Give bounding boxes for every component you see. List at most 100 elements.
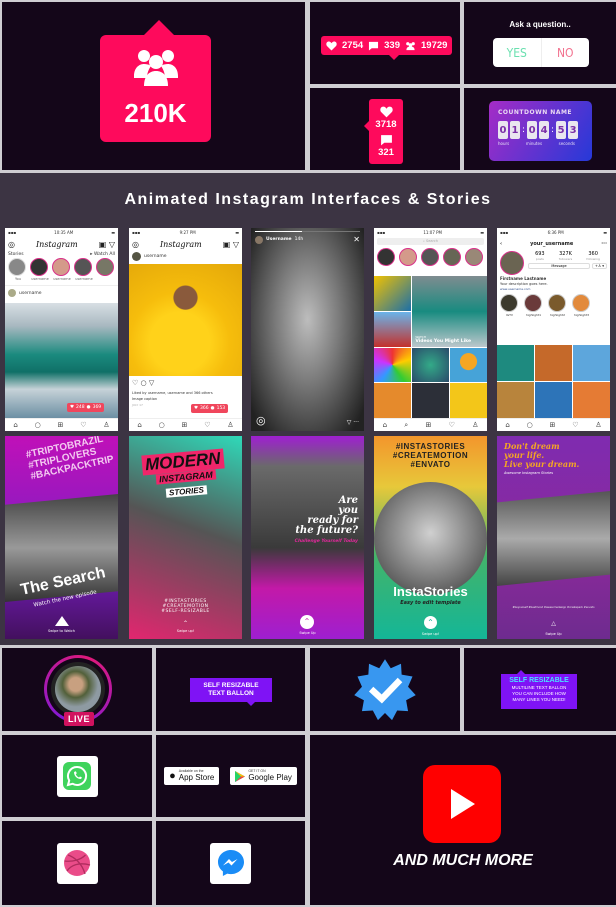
- story-avatar[interactable]: [96, 258, 114, 276]
- story-tags: #beyourself #bestmood #awesomedesign #cr…: [512, 606, 595, 609]
- no-option[interactable]: NO: [542, 38, 590, 67]
- search-icon[interactable]: ⌕: [404, 421, 408, 430]
- grid-photo[interactable]: [374, 311, 412, 347]
- camera-icon[interactable]: ◎: [8, 240, 15, 249]
- post-username[interactable]: username: [19, 291, 42, 296]
- story-title: Don't dream your life. Live your dream.: [504, 442, 579, 469]
- home-icon[interactable]: ⌂: [383, 421, 387, 429]
- grid-photo[interactable]: [497, 382, 534, 418]
- profile-url[interactable]: www.username.com: [497, 287, 610, 292]
- google-play-badge[interactable]: GET IT ON Google Play: [230, 767, 297, 785]
- search-input[interactable]: ⌕ Search: [377, 238, 484, 245]
- messenger-tile: [156, 821, 305, 905]
- camera-icon[interactable]: ◎: [132, 240, 139, 249]
- add-icon[interactable]: ⊞: [58, 421, 64, 429]
- instagram-logo: Instagram: [36, 239, 78, 249]
- grid-photo[interactable]: [374, 276, 412, 311]
- swipe-label[interactable]: Swipe up!: [129, 629, 242, 633]
- grid-photo[interactable]: [573, 345, 610, 381]
- status-bar: ▪▪▪ 9:27 PM ▬: [132, 230, 239, 235]
- story-avatar[interactable]: [443, 248, 461, 266]
- home-icon[interactable]: ⌂: [13, 421, 17, 429]
- tab-bar: ⌂ ⌕ ⊞ ♡ ♙: [374, 418, 487, 431]
- highlight[interactable]: [572, 294, 590, 312]
- highlight[interactable]: [548, 294, 566, 312]
- search-icon[interactable]: ○: [527, 421, 533, 429]
- story-avatar[interactable]: [399, 248, 417, 266]
- swipe-label[interactable]: Swipe to Watch: [5, 629, 118, 633]
- add-icon[interactable]: ⊞: [550, 421, 556, 429]
- message-button[interactable]: Message: [528, 263, 591, 269]
- dribbble-icon-box[interactable]: [56, 842, 98, 884]
- heart-icon[interactable]: ♡: [572, 421, 578, 429]
- hashtag: #ENVATO: [410, 460, 451, 469]
- avatar[interactable]: [8, 289, 16, 297]
- grid-photo[interactable]: [573, 382, 610, 418]
- camera-icon[interactable]: ◎: [256, 414, 266, 427]
- more-icon[interactable]: ···: [601, 241, 607, 247]
- grid-photo[interactable]: [497, 345, 534, 381]
- grid-photo[interactable]: [450, 383, 487, 418]
- heart-icon[interactable]: ♡: [204, 421, 210, 429]
- grid-photo[interactable]: [535, 382, 572, 418]
- close-icon[interactable]: ✕: [353, 235, 360, 244]
- profile-avatar[interactable]: [500, 251, 524, 275]
- grid-photo[interactable]: [412, 383, 450, 418]
- swipe-label[interactable]: Swipe Up: [251, 631, 364, 635]
- follow-options-button[interactable]: +♙ ▾: [592, 263, 607, 269]
- story-dream: Don't dream your life. Live your dream. …: [497, 436, 610, 639]
- send-icon[interactable]: ▽ ···: [347, 419, 359, 426]
- story-avatar[interactable]: [8, 258, 26, 276]
- messenger-icon-box[interactable]: [210, 842, 251, 884]
- grid-photo[interactable]: [374, 347, 412, 383]
- countdown-tile: COUNTDOWN NAME 0 1 : 0 4 : 5 3 hours min…: [464, 88, 616, 170]
- igtv-send-icons[interactable]: ▣ ▽: [223, 240, 239, 249]
- story-avatar[interactable]: [52, 258, 70, 276]
- story-avatar[interactable]: [74, 258, 92, 276]
- swipe-label[interactable]: Swipe up!: [374, 632, 487, 636]
- post-header: username: [5, 285, 118, 298]
- story-subtitle: Awesome Instagram Stories: [504, 471, 554, 475]
- avatar[interactable]: [132, 252, 141, 261]
- heart-icon[interactable]: ♡: [449, 421, 455, 429]
- highlight[interactable]: [524, 294, 542, 312]
- profile-icon[interactable]: ♙: [595, 421, 601, 429]
- watch-video[interactable]: WATCH Videos You Might Like: [412, 276, 487, 347]
- profile-icon[interactable]: ♙: [472, 421, 478, 429]
- grid-photo[interactable]: [450, 347, 487, 383]
- whatsapp-icon-box[interactable]: [56, 755, 98, 797]
- highlight-igtv[interactable]: [500, 294, 518, 312]
- app-store-badge[interactable]: ● Available on the App Store: [164, 767, 220, 785]
- profile-icon[interactable]: ♙: [227, 421, 233, 429]
- title-line: Live your dream.: [504, 459, 580, 469]
- post-username[interactable]: username: [144, 254, 167, 259]
- heart-icon[interactable]: ♡: [80, 421, 86, 429]
- grid-photo[interactable]: [535, 345, 572, 381]
- story-avatar[interactable]: [377, 248, 395, 266]
- story-avatar[interactable]: [465, 248, 483, 266]
- add-icon[interactable]: ⊞: [182, 421, 188, 429]
- watch-all-link[interactable]: ▸ Watch All: [90, 252, 115, 257]
- post-actions[interactable]: ♡ ○ ▽: [129, 378, 157, 388]
- story-avatar[interactable]: [30, 258, 48, 276]
- yes-option[interactable]: YES: [493, 38, 542, 67]
- add-icon[interactable]: ⊞: [425, 421, 431, 429]
- stories-row: [374, 248, 487, 266]
- story-name: You: [14, 277, 22, 281]
- countdown-name: COUNTDOWN NAME: [498, 109, 573, 116]
- home-icon[interactable]: ⌂: [137, 421, 141, 429]
- profile-icon[interactable]: ♙: [103, 421, 109, 429]
- grid-photo[interactable]: [374, 383, 412, 418]
- search-icon[interactable]: ○: [159, 421, 165, 429]
- back-icon[interactable]: ‹: [500, 241, 502, 247]
- live-tile: LIVE: [2, 648, 152, 731]
- search-icon[interactable]: ○: [35, 421, 41, 429]
- youtube-play-button[interactable]: [423, 765, 501, 843]
- google-large-text: Google Play: [248, 772, 292, 782]
- grid-photo[interactable]: [412, 347, 450, 383]
- swipe-label[interactable]: Swipe Up: [497, 632, 610, 636]
- igtv-send-icons[interactable]: ▣ ▽: [99, 240, 115, 249]
- home-icon[interactable]: ⌂: [505, 421, 509, 429]
- live-avatar[interactable]: [55, 666, 101, 712]
- story-avatar[interactable]: [421, 248, 439, 266]
